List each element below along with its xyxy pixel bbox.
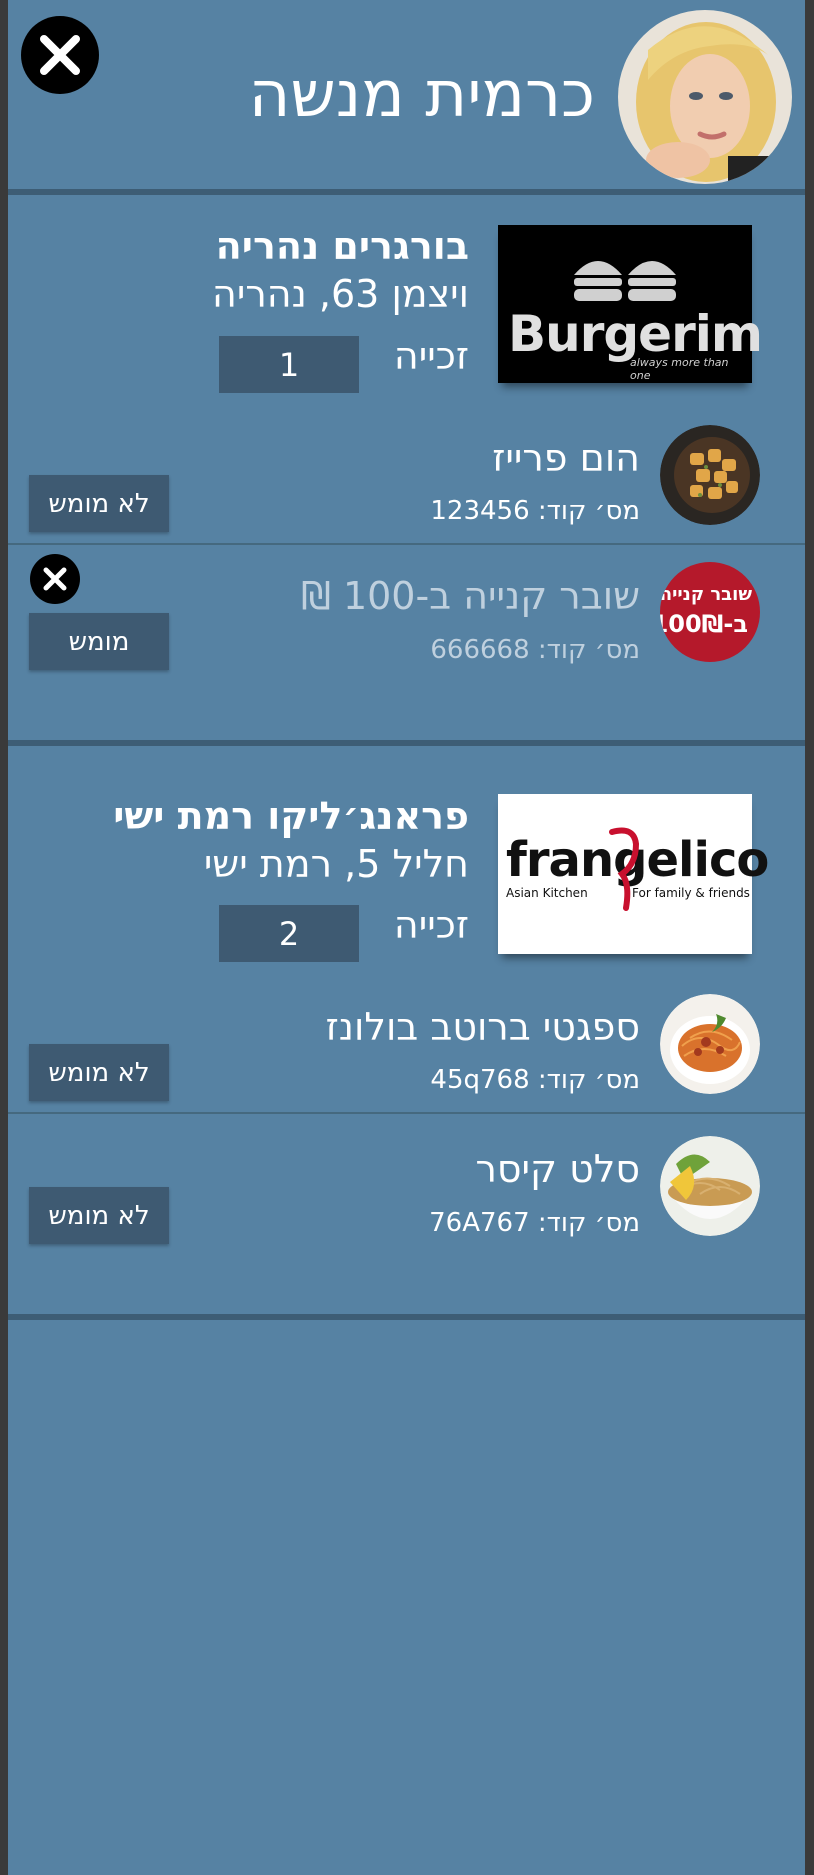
frangelico-sub-right: For family & friends bbox=[632, 886, 750, 900]
frangelico-logo: frangelico Asian Kitchen For family & fr… bbox=[498, 794, 769, 954]
item-code: מס׳ קוד: 45q768 bbox=[430, 1065, 640, 1095]
restaurant-address: חליל 5, רמת ישי bbox=[203, 842, 469, 886]
item-title: שובר קנייה ב-100 ₪ bbox=[301, 574, 640, 618]
restaurant-address: ויצמן 63, נהריה bbox=[212, 272, 469, 316]
winnings-panel: כרמית מנשה Burgerim always more than one bbox=[8, 0, 805, 1875]
burgerim-logo: Burgerim always more than one bbox=[498, 225, 763, 383]
avatar bbox=[618, 10, 792, 184]
item-title: ספגטי ברוטב בולונז bbox=[325, 1005, 640, 1049]
item-code: מס׳ קוד: 123456 bbox=[430, 496, 640, 526]
close-icon[interactable] bbox=[30, 554, 80, 604]
burgerim-logo-text: Burgerim bbox=[508, 305, 763, 363]
item-code: מס׳ קוד: 666668 bbox=[430, 635, 640, 665]
not-redeemed-button[interactable]: לא מומש bbox=[29, 1187, 169, 1244]
not-redeemed-button[interactable]: לא מומש bbox=[29, 1044, 169, 1101]
item-code: מס׳ קוד: 76A767 bbox=[429, 1208, 640, 1238]
not-redeemed-button[interactable]: לא מומש bbox=[29, 475, 169, 532]
close-icon[interactable] bbox=[21, 16, 99, 94]
caesar-salad-image bbox=[660, 1136, 760, 1236]
restaurant-name: בורגרים נהריה bbox=[215, 224, 469, 268]
entitlement-label: זכייה bbox=[393, 903, 469, 947]
entitlement-label: זכייה bbox=[393, 334, 469, 378]
item-title: הום פרייז bbox=[492, 436, 640, 480]
voucher-badge: שובר קנייה ב-100₪ bbox=[660, 562, 760, 662]
burgerim-tagline: always more than one bbox=[630, 356, 729, 382]
item-title: סלט קיסר bbox=[475, 1147, 640, 1191]
home-fries-image bbox=[660, 425, 760, 525]
entitlement-count: 2 bbox=[219, 905, 359, 962]
voucher-badge-line2: ב-100₪ bbox=[660, 610, 748, 638]
redeemed-button[interactable]: מומש bbox=[29, 613, 169, 670]
voucher-badge-line1: שובר קנייה bbox=[660, 584, 752, 605]
entitlement-count: 1 bbox=[219, 336, 359, 393]
frangelico-sub-left: Asian Kitchen bbox=[506, 886, 588, 900]
restaurant-name: פראנג׳ליקו רמת ישי bbox=[113, 794, 469, 838]
spaghetti-image bbox=[660, 994, 760, 1094]
user-name: כרמית מנשה bbox=[248, 58, 595, 132]
